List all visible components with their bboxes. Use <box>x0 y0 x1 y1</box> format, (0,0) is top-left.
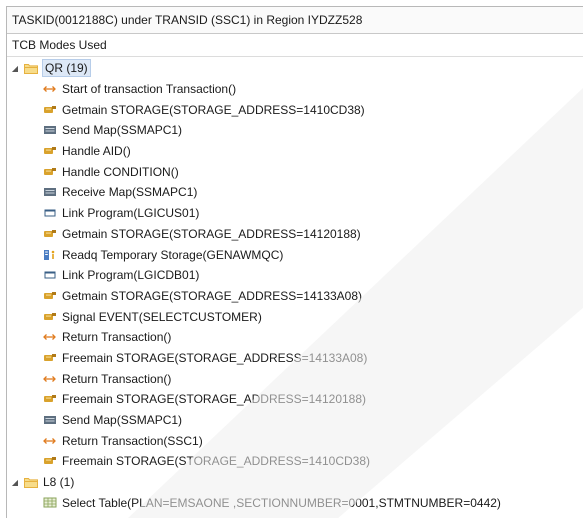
storage-icon <box>42 311 58 323</box>
tree-item-row[interactable]: Getmain STORAGE(STORAGE_ADDRESS=14133A08… <box>7 286 583 307</box>
queue-icon <box>42 249 58 261</box>
tree-item-label: Getmain STORAGE(STORAGE_ADDRESS=1410CD38… <box>62 102 365 117</box>
tree-group-label: L8 (1) <box>43 475 75 490</box>
tree-item-label: Readq Temporary Storage(GENAWMQC) <box>62 247 284 262</box>
tree-item-label: Return Transaction() <box>62 371 172 386</box>
storage-icon <box>42 393 58 405</box>
tree-item-label: Freemain STORAGE(STORAGE_ADDRESS=1412018… <box>62 392 367 407</box>
tree-item-row[interactable]: Receive Map(SSMAPC1) <box>7 182 583 203</box>
tree-item-row[interactable]: Getmain STORAGE(STORAGE_ADDRESS=14120188… <box>7 224 583 245</box>
tcb-tree: ◢ QR (19) Start of transaction Transaction… <box>7 57 583 513</box>
tree-item-label: Handle AID() <box>62 144 131 159</box>
tree-item-label: Start of transaction Transaction() <box>62 82 237 97</box>
tree-item-label: Signal EVENT(SELECTCUSTOMER) <box>62 309 262 324</box>
tree-item-label: Freemain STORAGE(STORAGE_ADDRESS=1410CD3… <box>62 454 370 469</box>
tree-item-row[interactable]: Return Transaction(SSC1) <box>7 430 583 451</box>
tree-item-row[interactable]: Signal EVENT(SELECTCUSTOMER) <box>7 306 583 327</box>
tree-item-row[interactable]: Getmain STORAGE(STORAGE_ADDRESS=1410CD38… <box>7 99 583 120</box>
transaction-arrow-icon <box>42 331 58 343</box>
table-icon <box>42 497 58 509</box>
tree-group-label: QR (19) <box>42 59 91 78</box>
tree-item-label: Link Program(LGICUS01) <box>62 206 200 221</box>
tree-item-row[interactable]: Freemain STORAGE(STORAGE_ADDRESS=1412018… <box>7 389 583 410</box>
transaction-arrow-icon <box>42 83 58 95</box>
expand-toggle-icon[interactable]: ◢ <box>10 64 20 73</box>
storage-icon <box>42 352 58 364</box>
storage-icon <box>42 104 58 116</box>
folder-icon <box>23 62 39 74</box>
transaction-arrow-icon <box>42 435 58 447</box>
tree-group-row[interactable]: ◢ QR (19) <box>7 58 583 79</box>
program-icon <box>42 269 58 281</box>
tree-item-label: Return Transaction() <box>62 330 172 345</box>
tree-item-row[interactable]: Return Transaction() <box>7 327 583 348</box>
folder-icon <box>23 476 39 488</box>
tree-item-row[interactable]: Link Program(LGICDB01) <box>7 265 583 286</box>
tree-item-label: Return Transaction(SSC1) <box>62 433 203 448</box>
tree-item-label: Link Program(LGICDB01) <box>62 268 200 283</box>
tree-item-row[interactable]: Link Program(LGICUS01) <box>7 203 583 224</box>
tree-item-row[interactable]: Freemain STORAGE(STORAGE_ADDRESS=14133A0… <box>7 348 583 369</box>
transaction-arrow-icon <box>42 373 58 385</box>
tree-item-label: Getmain STORAGE(STORAGE_ADDRESS=14133A08… <box>62 288 363 303</box>
tree-item-row[interactable]: Return Transaction() <box>7 368 583 389</box>
task-view-panel: TASKID(0012188C) under TRANSID (SSC1) in… <box>6 6 583 518</box>
tree-item-row[interactable]: Handle AID() <box>7 141 583 162</box>
storage-icon <box>42 166 58 178</box>
tree-item-label: Handle CONDITION() <box>62 164 179 179</box>
tree-item-row[interactable]: Readq Temporary Storage(GENAWMQC) <box>7 244 583 265</box>
tree-item-row[interactable]: Handle CONDITION() <box>7 161 583 182</box>
tree-item-label: Send Map(SSMAPC1) <box>62 123 183 138</box>
tree-item-label: Receive Map(SSMAPC1) <box>62 185 198 200</box>
map-icon <box>42 186 58 198</box>
tree-item-label: Getmain STORAGE(STORAGE_ADDRESS=14120188… <box>62 226 361 241</box>
tree-item-row[interactable]: Start of transaction Transaction() <box>7 79 583 100</box>
tree-item-row[interactable]: Send Map(SSMAPC1) <box>7 120 583 141</box>
tree-item-row[interactable]: Freemain STORAGE(STORAGE_ADDRESS=1410CD3… <box>7 451 583 472</box>
tree-item-row[interactable]: Send Map(SSMAPC1) <box>7 410 583 431</box>
tree-item-label: Send Map(SSMAPC1) <box>62 413 183 428</box>
expand-toggle-icon[interactable]: ◢ <box>10 478 20 487</box>
tree-item-label: Select Table(PLAN=EMSAONE ,SECTIONNUMBER… <box>62 495 501 510</box>
storage-icon <box>42 228 58 240</box>
tree-group-row[interactable]: ◢ L8 (1) <box>7 472 583 493</box>
tree-item-row[interactable]: Select Table(PLAN=EMSAONE ,SECTIONNUMBER… <box>7 492 583 513</box>
tree-item-label: Freemain STORAGE(STORAGE_ADDRESS=14133A0… <box>62 350 368 365</box>
map-icon <box>42 124 58 136</box>
map-icon <box>42 414 58 426</box>
panel-title: TASKID(0012188C) under TRANSID (SSC1) in… <box>7 7 583 34</box>
column-header[interactable]: TCB Modes Used <box>7 34 583 57</box>
program-icon <box>42 207 58 219</box>
storage-icon <box>42 290 58 302</box>
storage-icon <box>42 145 58 157</box>
storage-icon <box>42 455 58 467</box>
